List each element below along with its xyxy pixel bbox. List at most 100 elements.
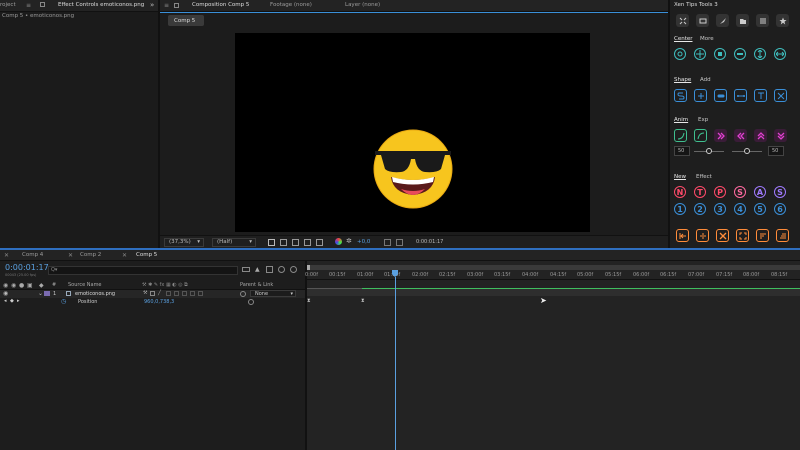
label-color-swatch[interactable] [44, 291, 50, 296]
layer-name[interactable]: emoticonos.png [75, 291, 115, 297]
frame-blending-icon[interactable] [278, 266, 285, 273]
center-anchor-icon[interactable] [694, 48, 706, 60]
new-solid-button[interactable]: S [734, 186, 746, 198]
new-text-button[interactable]: T [694, 186, 706, 198]
solo-icon[interactable]: ● [19, 282, 24, 289]
quality-switch-icon[interactable]: ╱ [158, 290, 161, 296]
audio-icon[interactable]: ◉ [11, 282, 16, 289]
col-source-name[interactable]: Source Name [68, 282, 102, 288]
layer-duration-bar[interactable] [362, 288, 800, 289]
shy-switch-icon[interactable]: ⚒ [143, 290, 147, 296]
arrow-up-icon[interactable] [754, 129, 767, 142]
close-icon[interactable]: ✕ [122, 252, 127, 259]
tab-new[interactable]: New [674, 174, 686, 180]
sunglasses-emoji-image[interactable] [371, 129, 455, 209]
arrow-right-icon[interactable] [714, 129, 727, 142]
tab-project[interactable]: roject [0, 2, 16, 8]
timeline-search-input[interactable]: Q▾ [48, 266, 238, 275]
preset-5-button[interactable]: 5 [754, 203, 766, 215]
tab-comp-5[interactable]: Comp 5 [136, 252, 157, 258]
layer-row[interactable]: ◉ ⌄ 1 emoticonos.png ⚒ ╱ None ▾ [0, 290, 305, 298]
lock-icon[interactable] [40, 2, 45, 7]
keyframe-nav-right-icon[interactable]: ▸ [17, 298, 20, 304]
ease-in-icon[interactable] [674, 129, 687, 142]
preset-3-button[interactable]: 3 [714, 203, 726, 215]
shape-line-icon[interactable] [734, 89, 747, 102]
close-icon[interactable]: ✕ [4, 252, 9, 259]
anim-value-left[interactable]: 50 [674, 146, 690, 156]
tab-layer[interactable]: Layer (none) [345, 2, 380, 8]
property-value[interactable]: 960,0,738,3 [144, 299, 174, 305]
arrow-down-icon[interactable] [774, 129, 787, 142]
snapshot-icon[interactable] [396, 239, 403, 246]
layer-duration-bar-head[interactable] [307, 288, 362, 289]
comp-nav-button[interactable]: Comp 5 [168, 15, 204, 26]
parent-dropdown[interactable]: None ▾ [250, 290, 296, 297]
new-null-button[interactable]: N [674, 186, 686, 198]
close-icon[interactable] [774, 89, 787, 102]
tab-add[interactable]: Add [700, 77, 711, 83]
fit-icon[interactable] [736, 229, 749, 242]
tab-shape[interactable]: Shape [674, 77, 691, 83]
menu-icon[interactable]: ≡ [26, 2, 31, 9]
sliders-icon[interactable] [756, 14, 769, 27]
exposure-value[interactable]: +0,0 [357, 239, 370, 245]
expand-icon[interactable] [676, 14, 689, 27]
center-layer-icon[interactable] [714, 48, 726, 60]
transparency-grid-icon[interactable] [280, 239, 287, 246]
tab-more[interactable]: More [700, 36, 714, 42]
playhead-line[interactable] [395, 277, 396, 450]
star-icon[interactable] [776, 14, 789, 27]
tab-anim[interactable]: Anim [674, 117, 688, 123]
delete-icon[interactable] [716, 229, 729, 242]
tab-composition[interactable]: Composition Comp 5 [192, 2, 249, 8]
col-parent[interactable]: Parent & Link [240, 282, 273, 288]
pick-whip-icon[interactable] [248, 299, 254, 305]
tab-effect[interactable]: Effect [696, 174, 712, 180]
color-management-icon[interactable] [335, 238, 342, 245]
timeline-graph-area[interactable]: ⧗ ⧗ ➤ [307, 261, 800, 450]
preset-6-button[interactable]: 6 [774, 203, 786, 215]
resolution-dropdown[interactable]: (Half) ▾ [212, 238, 256, 247]
shape-ellipse-icon[interactable] [714, 89, 727, 102]
lock-icon[interactable] [174, 3, 179, 8]
stagger-icon[interactable] [776, 229, 789, 242]
new-shape-button[interactable]: S [774, 186, 786, 198]
expand-chevron-icon[interactable]: ⌄ [38, 290, 43, 297]
channel-icon[interactable] [316, 239, 323, 246]
collapse-switch-icon[interactable] [150, 291, 155, 296]
timeline-timecode[interactable]: 0:00:01:17 [5, 263, 49, 272]
preset-1-button[interactable]: 1 [674, 203, 686, 215]
stopwatch-icon[interactable]: ◷ [61, 298, 66, 305]
close-icon[interactable]: ✕ [68, 252, 73, 259]
guides-icon[interactable] [304, 239, 311, 246]
center-horizontal-icon[interactable] [734, 48, 746, 60]
zoom-dropdown[interactable]: (37,3%) ▾ [164, 238, 204, 247]
new-adjustment-button[interactable]: A [754, 186, 766, 198]
shape-rect-icon[interactable] [674, 89, 687, 102]
center-stretch-icon[interactable] [774, 48, 786, 60]
shy-icon[interactable] [266, 266, 273, 273]
new-precomp-button[interactable]: P [714, 186, 726, 198]
draft-3d-icon[interactable]: ▲ [255, 266, 260, 273]
tab-comp-2[interactable]: Comp 2 [80, 252, 101, 258]
tab-comp-4[interactable]: Comp 4 [22, 252, 43, 258]
viewer-timecode[interactable]: 0:00:01:17 [416, 239, 443, 245]
exposure-icon[interactable]: ✲ [346, 237, 352, 245]
folder-icon[interactable] [736, 14, 749, 27]
tab-center[interactable]: Center [674, 36, 693, 42]
shape-add-icon[interactable] [694, 89, 707, 102]
motion-blur-switch-icon[interactable] [182, 291, 187, 296]
rocket-icon[interactable] [716, 14, 729, 27]
preset-2-button[interactable]: 2 [694, 203, 706, 215]
arrow-left-icon[interactable] [734, 129, 747, 142]
sequence-icon[interactable] [756, 229, 769, 242]
camera-icon[interactable] [696, 14, 709, 27]
preset-4-button[interactable]: 4 [734, 203, 746, 215]
tab-exp[interactable]: Exp [698, 117, 708, 123]
work-area-bar[interactable] [307, 265, 800, 270]
anim-value-right[interactable]: 50 [768, 146, 784, 156]
3d-switch-icon[interactable] [198, 291, 203, 296]
text-icon[interactable] [754, 89, 767, 102]
keyframe-nav-left-icon[interactable]: ◂ [4, 298, 7, 304]
